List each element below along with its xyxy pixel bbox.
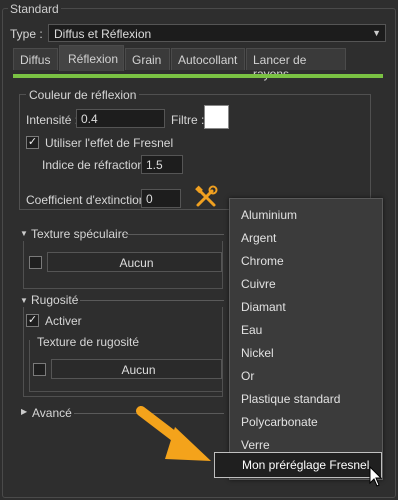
tools-icon[interactable]	[193, 184, 219, 210]
preset-item-eau[interactable]: Eau	[241, 323, 262, 337]
intensity-input[interactable]: 0.4	[76, 109, 165, 128]
specular-collapse-icon[interactable]: ▼	[20, 229, 28, 238]
specular-texture-button[interactable]: Aucun	[47, 252, 222, 272]
specular-title: Texture spéculaire	[31, 227, 129, 241]
intensity-label: Intensité :	[26, 113, 79, 127]
preset-item-nickel[interactable]: Nickel	[241, 346, 274, 360]
tab-autocollant[interactable]: Autocollant	[171, 48, 245, 70]
mouse-cursor-icon	[369, 465, 383, 488]
roughness-divider	[80, 300, 224, 301]
roughness-texture-button[interactable]: Aucun	[51, 359, 222, 379]
extinction-label: Coefficient d'extinction :	[26, 193, 153, 207]
preset-item-chrome[interactable]: Chrome	[241, 254, 284, 268]
dropdown-arrow-icon[interactable]: ▼	[372, 28, 381, 38]
filter-label: Filtre :	[171, 113, 205, 127]
roughness-texture-title: Texture de rugosité	[35, 335, 142, 349]
roughness-title: Rugosité	[31, 293, 79, 307]
reflection-color-title: Couleur de réflexion	[26, 88, 140, 102]
preset-item-or[interactable]: Or	[241, 369, 254, 383]
group-title: Standard	[8, 2, 61, 16]
preset-item-cuivre[interactable]: Cuivre	[241, 277, 276, 291]
refraction-index-label: Indice de réfraction :	[42, 158, 151, 172]
advanced-title: Avancé	[32, 406, 72, 420]
tab-diffus[interactable]: Diffus	[13, 48, 58, 70]
preset-item-verre[interactable]: Verre	[241, 438, 270, 452]
type-dropdown[interactable]: Diffus et Réflexion ▼	[48, 24, 386, 42]
preset-item-plastique-standard[interactable]: Plastique standard	[241, 392, 340, 406]
tab-reflexion[interactable]: Réflexion	[59, 45, 124, 71]
refraction-index-input[interactable]: 1.5	[141, 155, 183, 174]
roughness-texture-checkbox[interactable]	[33, 363, 46, 376]
advanced-expand-icon[interactable]: ▶	[21, 407, 27, 416]
active-tab-accent-bar	[13, 74, 383, 78]
specular-divider	[124, 234, 224, 235]
fresnel-checkbox[interactable]: ✓	[26, 136, 39, 149]
preset-item-polycarbonate[interactable]: Polycarbonate	[241, 415, 318, 429]
roughness-enable-label: Activer	[45, 314, 82, 328]
preset-menu: Aluminium Argent Chrome Cuivre Diamant E…	[229, 198, 383, 480]
preset-item-aluminium[interactable]: Aluminium	[241, 208, 297, 222]
type-label: Type :	[10, 27, 43, 41]
specular-checkbox[interactable]	[29, 256, 42, 269]
preset-item-mon-preglage-fresnel[interactable]: Mon préréglage Fresnel	[214, 452, 382, 478]
annotation-arrow-icon	[135, 403, 215, 465]
preset-item-diamant[interactable]: Diamant	[241, 300, 286, 314]
roughness-enable-checkbox[interactable]: ✓	[26, 314, 39, 327]
extinction-input[interactable]: 0	[141, 189, 181, 208]
fresnel-label: Utiliser l'effet de Fresnel	[45, 136, 174, 150]
type-value: Diffus et Réflexion	[54, 27, 152, 41]
tab-grain[interactable]: Grain	[125, 48, 170, 70]
tab-lancer-de-rayons[interactable]: Lancer de rayons	[246, 48, 346, 81]
preset-item-argent[interactable]: Argent	[241, 231, 276, 245]
roughness-collapse-icon[interactable]: ▼	[20, 296, 28, 305]
filter-color-swatch[interactable]	[204, 105, 229, 129]
